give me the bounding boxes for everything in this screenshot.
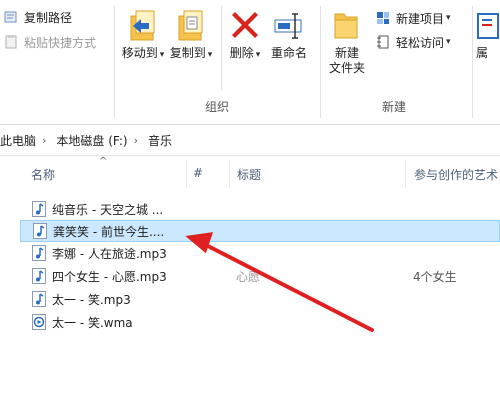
breadcrumb-this-pc[interactable]: 此电脑 [0,132,36,149]
group-organize-label: 组织 [205,100,230,114]
file-artist: 4个女生 [413,269,457,284]
column-name[interactable]: 名称 [31,166,55,183]
copy-path-label: 复制路径 [24,10,73,25]
column-divider[interactable] [186,160,187,188]
new-item-label: 新建项目 [396,11,445,26]
new-folder-icon [331,8,363,42]
column-artist[interactable]: 参与创作的艺术 [414,166,498,183]
copy-to-label: 复制到 [169,46,206,60]
easy-access-icon [376,35,390,49]
group-new-label: 新建 [382,100,407,114]
rename-icon [273,8,305,42]
music-note-icon [32,245,46,261]
file-row-selected[interactable]: 龚笑笑 - 前世今生.... [20,220,500,242]
new-item-icon [376,11,390,25]
easy-access-label: 轻松访问 [396,35,445,50]
chevron-down-icon: ▾ [207,50,213,60]
file-row[interactable]: 李娜 - 人在旅途.mp3 [20,242,500,264]
paste-shortcut-icon [4,35,18,49]
music-note-icon [32,291,46,307]
paste-shortcut-button[interactable]: 粘贴快捷方式 [4,32,96,52]
column-divider[interactable] [229,160,230,188]
chevron-right-icon: › [133,133,139,147]
move-to-label: 移动到 [121,46,158,60]
chevron-down-icon: ▾ [255,50,261,60]
chevron-down-icon: ▾ [446,13,451,23]
chevron-down-icon: ▾ [159,50,165,60]
rename-button[interactable]: 重命名 [266,8,312,61]
copy-to-icon [175,8,207,42]
properties-icon [476,8,500,42]
file-name: 纯音乐 - 天空之城 ... [52,202,164,217]
delete-button[interactable]: 删除 ▾ [222,8,268,63]
file-title: 心愿 [236,269,261,284]
move-to-icon [127,8,159,42]
file-name: 龚笑笑 - 前世今生.... [53,224,165,239]
column-number[interactable]: # [193,166,203,180]
column-title[interactable]: 标题 [237,166,261,183]
new-folder-button[interactable]: 新建 文件夹 [324,8,370,76]
delete-icon [229,8,261,42]
address-bar[interactable]: 此电脑 › 本地磁盘 (F:) › 音乐 [0,125,500,156]
ribbon-divider [472,6,473,118]
copy-to-button[interactable]: 复制到 ▾ [168,8,214,63]
ribbon-divider [114,6,115,118]
file-row[interactable]: 太一 - 笑.mp3 [20,288,500,310]
music-note-icon [33,223,47,239]
breadcrumb-drive[interactable]: 本地磁盘 (F:) [56,132,127,149]
sort-up-icon: ^ [99,156,108,167]
music-note-icon [32,201,46,217]
breadcrumb-folder[interactable]: 音乐 [148,132,172,149]
copy-path-icon [4,10,18,24]
new-folder-label-1: 新建 [334,46,359,60]
ribbon: 复制路径 粘贴快捷方式 移动到 ▾ 复制到 ▾ 删除 ▾ 重命名 组织 新建 文… [0,0,500,125]
properties-button[interactable]: 属 [476,8,500,61]
file-name: 太一 - 笑.wma [52,315,133,330]
move-to-button[interactable]: 移动到 ▾ [120,8,166,63]
ribbon-divider [320,6,321,118]
copy-path-button[interactable]: 复制路径 [4,7,72,27]
file-name: 四个女生 - 心愿.mp3 [52,269,167,284]
column-divider[interactable] [405,160,406,188]
chevron-down-icon: ▾ [446,37,451,47]
easy-access-button[interactable]: 轻松访问 ▾ [376,32,451,52]
media-player-icon [32,314,46,330]
column-header-row: ^ 名称 # 标题 参与创作的艺术 [0,156,500,192]
music-note-icon [32,268,46,284]
new-folder-label-2: 文件夹 [328,61,365,75]
delete-label: 删除 [229,46,254,60]
chevron-right-icon: › [42,133,47,147]
file-name: 太一 - 笑.mp3 [52,292,131,307]
file-row[interactable]: 纯音乐 - 天空之城 ... [20,198,500,220]
file-row[interactable]: 四个女生 - 心愿.mp3 心愿 4个女生 [20,265,500,287]
rename-label: 重命名 [270,46,307,60]
properties-label: 属 [476,46,489,60]
file-name: 李娜 - 人在旅途.mp3 [52,246,167,261]
file-row[interactable]: 太一 - 笑.wma [20,311,500,333]
new-item-button[interactable]: 新建项目 ▾ [376,8,451,28]
paste-shortcut-label: 粘贴快捷方式 [24,35,97,50]
